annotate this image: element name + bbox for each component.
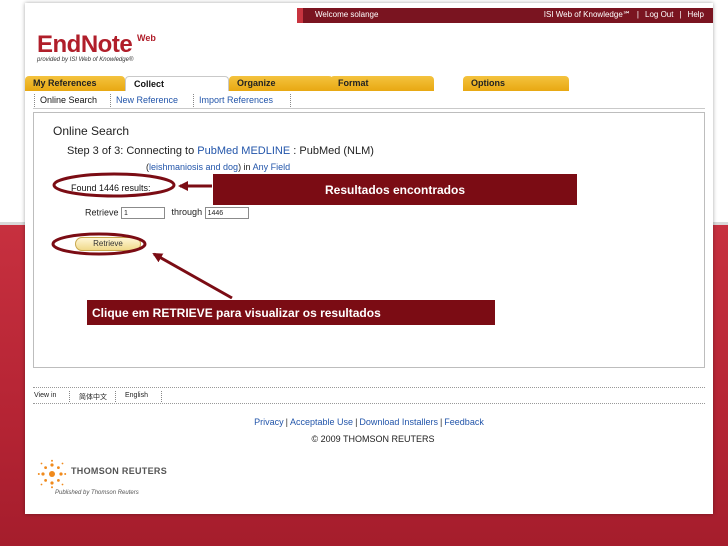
endnote-logo[interactable]: EndNote Web provided by ISI Web of Knowl… bbox=[37, 31, 156, 63]
privacy-link[interactable]: Privacy bbox=[254, 417, 284, 427]
query-text: (leishmaniosis and dog) in Any Field bbox=[146, 162, 291, 172]
subnav-online-search[interactable]: Online Search bbox=[40, 95, 97, 105]
retrieve-range: Retrieve 1 through 1446 bbox=[85, 207, 249, 219]
view-in-label: View in bbox=[34, 392, 57, 399]
log-out-link[interactable]: Log Out bbox=[645, 10, 673, 19]
thomson-reuters-wordmark: THOMSON REUTERS bbox=[71, 466, 168, 476]
tab-options[interactable]: Options bbox=[463, 76, 569, 91]
top-links: ISI Web of Knowledge℠ | Log Out | Help bbox=[543, 10, 704, 19]
isi-web-of-knowledge-link[interactable]: ISI Web of Knowledge℠ bbox=[544, 10, 631, 19]
thomson-reuters-logo-icon bbox=[37, 459, 67, 489]
click-retrieve-callout: Clique em RETRIEVE para visualizar os re… bbox=[86, 299, 496, 326]
help-link[interactable]: Help bbox=[688, 10, 704, 19]
published-by-text: Published by Thomson Reuters bbox=[55, 490, 139, 496]
language-bar: View in 简体中文 English bbox=[33, 387, 705, 404]
logo-superscript: Web bbox=[137, 33, 156, 43]
language-chinese-link[interactable]: 简体中文 bbox=[79, 392, 107, 402]
collect-subnav: Online Search New Reference Import Refer… bbox=[33, 92, 705, 109]
field-link[interactable]: Any Field bbox=[253, 162, 291, 172]
tab-collect[interactable]: Collect bbox=[125, 76, 229, 91]
download-installers-link[interactable]: Download Installers bbox=[359, 417, 438, 427]
logo-name: EndNote bbox=[37, 31, 133, 58]
retrieve-button[interactable]: Retrieve bbox=[75, 237, 141, 251]
retrieve-label: Retrieve bbox=[85, 207, 119, 218]
tab-organize[interactable]: Organize bbox=[229, 76, 333, 91]
subnav-import-references[interactable]: Import References bbox=[199, 95, 273, 105]
tab-format[interactable]: Format bbox=[330, 76, 434, 91]
database-link[interactable]: PubMed MEDLINE bbox=[197, 145, 290, 157]
copyright-text: © 2009 THOMSON REUTERS bbox=[311, 434, 435, 444]
acceptable-use-link[interactable]: Acceptable Use bbox=[290, 417, 353, 427]
query-link[interactable]: leishmaniosis and dog bbox=[149, 162, 238, 172]
results-found-callout: Resultados encontrados bbox=[212, 173, 578, 206]
subnav-new-reference[interactable]: New Reference bbox=[116, 95, 178, 105]
tab-my-references[interactable]: My References bbox=[25, 76, 125, 91]
retrieve-to-input[interactable]: 1446 bbox=[204, 207, 249, 219]
through-label: through bbox=[171, 207, 203, 218]
footer-links: Privacy | Acceptable Use | Download Installe… bbox=[254, 417, 484, 427]
endnote-web-page: Welcome solange ISI Web of Knowledge℠ | Lo… bbox=[25, 3, 713, 514]
online-search-panel: Online Search Step 3 of 3: Connecting to… bbox=[33, 112, 705, 368]
logo-subtitle: provided by ISI Web of Knowledge® bbox=[37, 57, 134, 63]
language-english-link[interactable]: English bbox=[125, 392, 148, 399]
feedback-link[interactable]: Feedback bbox=[444, 417, 484, 427]
welcome-text: Welcome solange bbox=[315, 10, 379, 19]
main-tabs: My References Collect Organize Format Op… bbox=[25, 76, 713, 91]
retrieve-from-input[interactable]: 1 bbox=[121, 207, 166, 219]
step-text: Step 3 of 3: Connecting to PubMed MEDLIN… bbox=[67, 145, 374, 157]
top-bar: Welcome solange ISI Web of Knowledge℠ | Lo… bbox=[25, 3, 713, 25]
results-count: Found 1446 results: bbox=[71, 183, 151, 193]
page-title: Online Search bbox=[53, 124, 130, 138]
